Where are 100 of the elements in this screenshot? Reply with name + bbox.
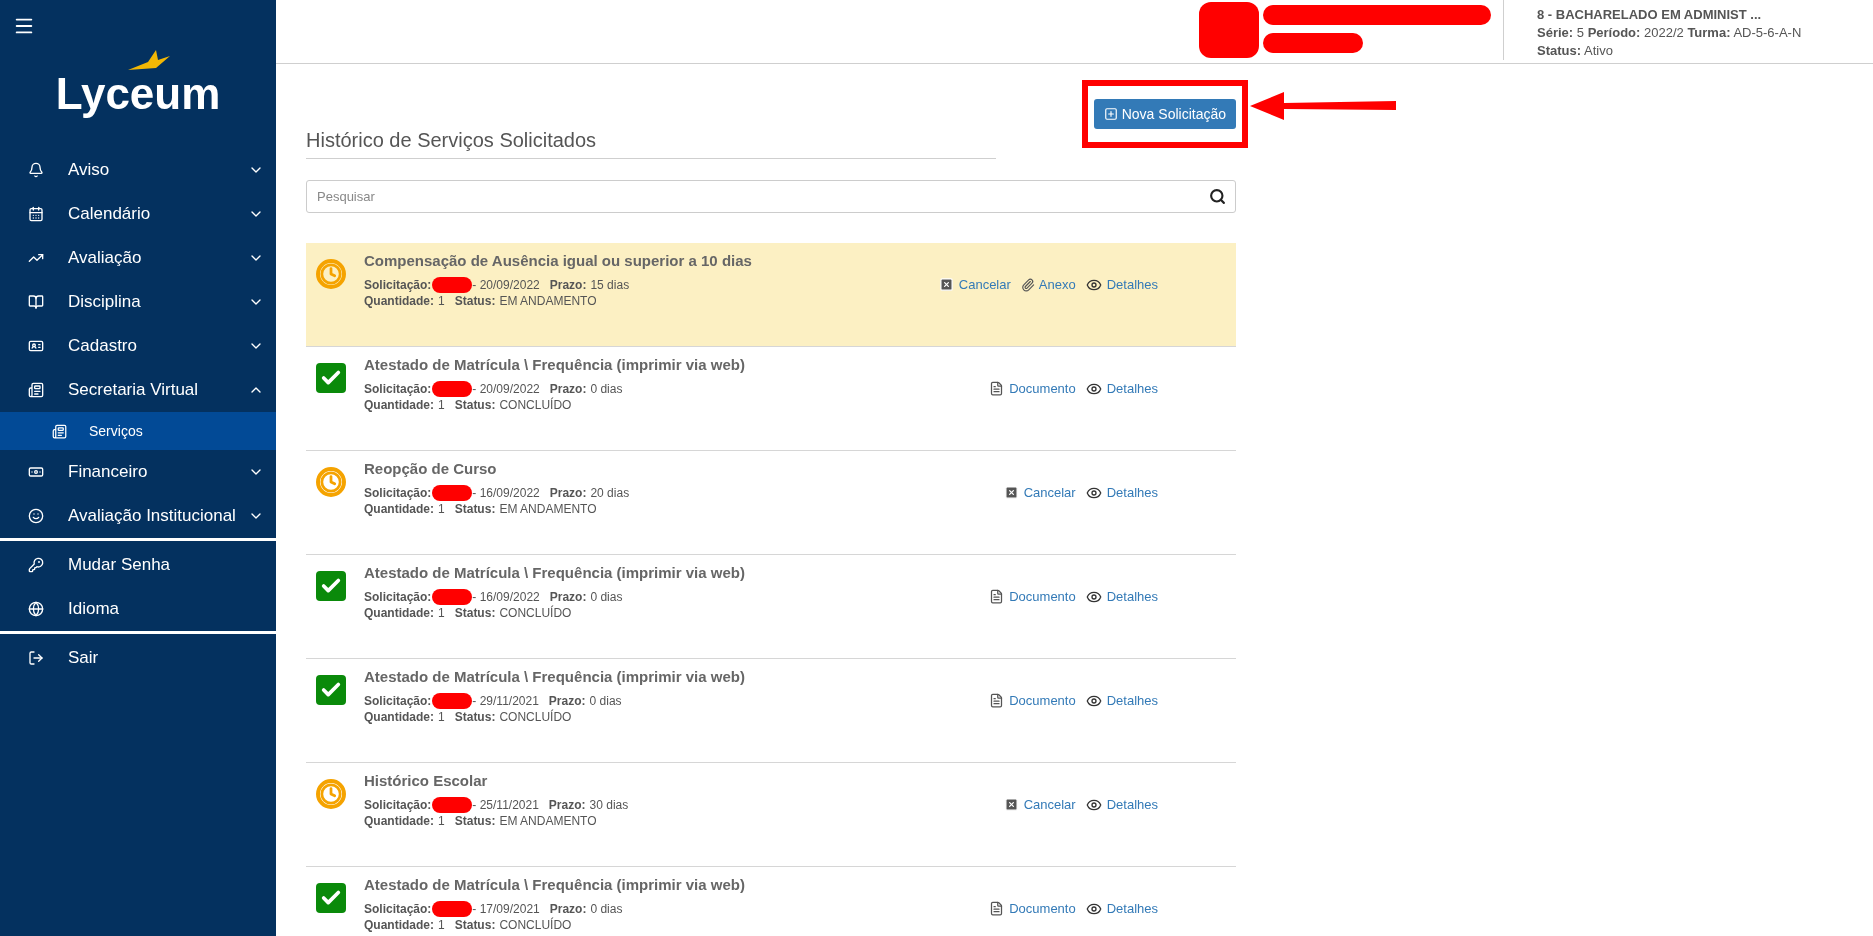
document-icon xyxy=(52,423,67,439)
field-label: Solicitação: xyxy=(364,277,432,293)
details-link[interactable]: Detalhes xyxy=(1085,691,1158,711)
field-label: Status: xyxy=(454,397,496,413)
close-icon xyxy=(1003,485,1019,501)
quantity-value: 1 xyxy=(438,293,445,309)
redaction-mark xyxy=(432,797,473,813)
close-icon xyxy=(1003,797,1019,813)
request-date: - 20/09/2022 xyxy=(472,277,540,293)
search-icon[interactable] xyxy=(1209,188,1226,205)
redaction-mark xyxy=(432,277,473,293)
document-icon xyxy=(989,589,1005,605)
details-link[interactable]: Detalhes xyxy=(1085,483,1158,503)
exit-icon xyxy=(28,650,44,666)
request-title: Reopção de Curso xyxy=(364,459,498,479)
sidebar-item[interactable]: Sair xyxy=(0,636,276,680)
field-label: Quantidade: xyxy=(364,293,434,309)
document-link[interactable]: Documento xyxy=(989,899,1076,919)
request-title: Atestado de Matrícula \ Frequência (imprimir via web) xyxy=(364,667,746,687)
redaction-mark xyxy=(432,693,473,709)
redaction-mark xyxy=(1199,2,1259,58)
field-label: Solicitação: xyxy=(364,797,432,813)
book-icon xyxy=(28,294,44,310)
field-label: Prazo: xyxy=(549,589,587,605)
cancel-link[interactable]: Cancelar xyxy=(1003,795,1076,815)
request-row[interactable]: Compensação de Ausência igual ou superior a 10 dias Solicitação: - 20/09/2022 Prazo: 15 dias Quantidade: 1 Status: EM ANDAMENTO Cancelar Anexo Detalhes xyxy=(306,243,1236,347)
status-value: EM ANDAMENTO xyxy=(499,813,597,829)
clock-icon xyxy=(316,259,346,289)
banknote-icon xyxy=(28,464,44,480)
checkmark-icon xyxy=(316,883,346,913)
field-label: Prazo: xyxy=(548,693,586,709)
status-value: CONCLUÍDO xyxy=(499,397,572,413)
status-value: CONCLUÍDO xyxy=(499,709,572,725)
field-label: Prazo: xyxy=(548,797,586,813)
field-label: Quantidade: xyxy=(364,813,434,829)
deadline-value: 0 dias xyxy=(589,693,622,709)
cancel-link[interactable]: Cancelar xyxy=(938,275,1011,295)
document-icon xyxy=(989,693,1005,709)
redaction-mark xyxy=(432,381,473,397)
sidebar-item[interactable]: Disciplina xyxy=(0,280,276,324)
clock-icon xyxy=(316,467,346,497)
field-label: Prazo: xyxy=(549,485,587,501)
details-link[interactable]: Detalhes xyxy=(1085,379,1158,399)
bell-icon xyxy=(28,162,44,178)
request-date: - 16/09/2022 xyxy=(472,485,540,501)
sidebar-item[interactable]: Avaliação Institucional xyxy=(0,494,276,538)
field-label: Prazo: xyxy=(549,901,587,917)
sidebar-item[interactable]: Financeiro xyxy=(0,450,276,494)
request-date: - 25/11/2021 xyxy=(472,797,539,813)
sidebar-item[interactable]: Avaliação xyxy=(0,236,276,280)
deadline-value: 0 dias xyxy=(590,381,623,397)
sidebar-item[interactable]: Aviso xyxy=(0,148,276,192)
paperclip-icon xyxy=(1020,277,1035,292)
field-label: Status: xyxy=(454,293,496,309)
details-link[interactable]: Detalhes xyxy=(1085,275,1158,295)
field-label: Prazo: xyxy=(549,381,587,397)
logo: Lyceum xyxy=(55,54,221,116)
field-label: Solicitação: xyxy=(364,901,432,917)
document-link[interactable]: Documento xyxy=(989,587,1076,607)
status-value: CONCLUÍDO xyxy=(499,605,572,621)
request-date: - 20/09/2022 xyxy=(472,381,540,397)
field-label: Quantidade: xyxy=(364,917,434,933)
document-icon xyxy=(28,382,44,398)
checkmark-icon xyxy=(316,363,346,393)
sidebar-item[interactable]: Secretaria Virtual xyxy=(0,368,276,412)
field-label: Quantidade: xyxy=(364,709,434,725)
request-date: - 17/09/2021 xyxy=(472,901,540,917)
field-label: Status: xyxy=(454,605,496,621)
details-link[interactable]: Detalhes xyxy=(1085,795,1158,815)
document-icon xyxy=(989,901,1005,917)
id-card-icon xyxy=(28,338,44,354)
checkmark-icon xyxy=(316,675,346,705)
field-label: Quantidade: xyxy=(364,501,434,517)
student-info: Status: Ativo xyxy=(1537,42,1614,60)
sidebar-item[interactable]: Cadastro xyxy=(0,324,276,368)
request-title: Atestado de Matrícula \ Frequência (imprimir via web) xyxy=(364,355,746,375)
field-label: Solicitação: xyxy=(364,589,432,605)
quantity-value: 1 xyxy=(438,917,445,933)
search-field[interactable]: Pesquisar xyxy=(306,180,1236,213)
request-title: Atestado de Matrícula \ Frequência (imprimir via web) xyxy=(364,875,746,895)
sidebar-item[interactable]: Idioma xyxy=(0,587,276,631)
status-value: EM ANDAMENTO xyxy=(499,501,597,517)
details-link[interactable]: Detalhes xyxy=(1085,899,1158,919)
cancel-link[interactable]: Cancelar xyxy=(1003,483,1076,503)
new-request-button[interactable]: Nova Solicitação xyxy=(1093,99,1236,129)
field-label: Solicitação: xyxy=(364,485,432,501)
deadline-value: 15 dias xyxy=(590,277,630,293)
sidebar-subitem[interactable]: Serviços xyxy=(0,412,276,450)
request-title: Atestado de Matrícula \ Frequência (imprimir via web) xyxy=(364,563,746,583)
field-label: Status: xyxy=(454,813,496,829)
page-title: Histórico de Serviços Solicitados xyxy=(306,126,996,159)
sidebar-item[interactable]: Mudar Senha xyxy=(0,543,276,587)
field-label: Solicitação: xyxy=(364,381,432,397)
course-name: 8 - BACHARELADO EM ADMINIST ... xyxy=(1537,6,1763,24)
sidebar-item[interactable]: Calendário xyxy=(0,192,276,236)
redaction-mark xyxy=(432,901,473,917)
document-link[interactable]: Documento xyxy=(989,379,1076,399)
details-link[interactable]: Detalhes xyxy=(1085,587,1158,607)
document-link[interactable]: Documento xyxy=(989,691,1076,711)
attachment-link[interactable]: Anexo xyxy=(1020,275,1076,295)
